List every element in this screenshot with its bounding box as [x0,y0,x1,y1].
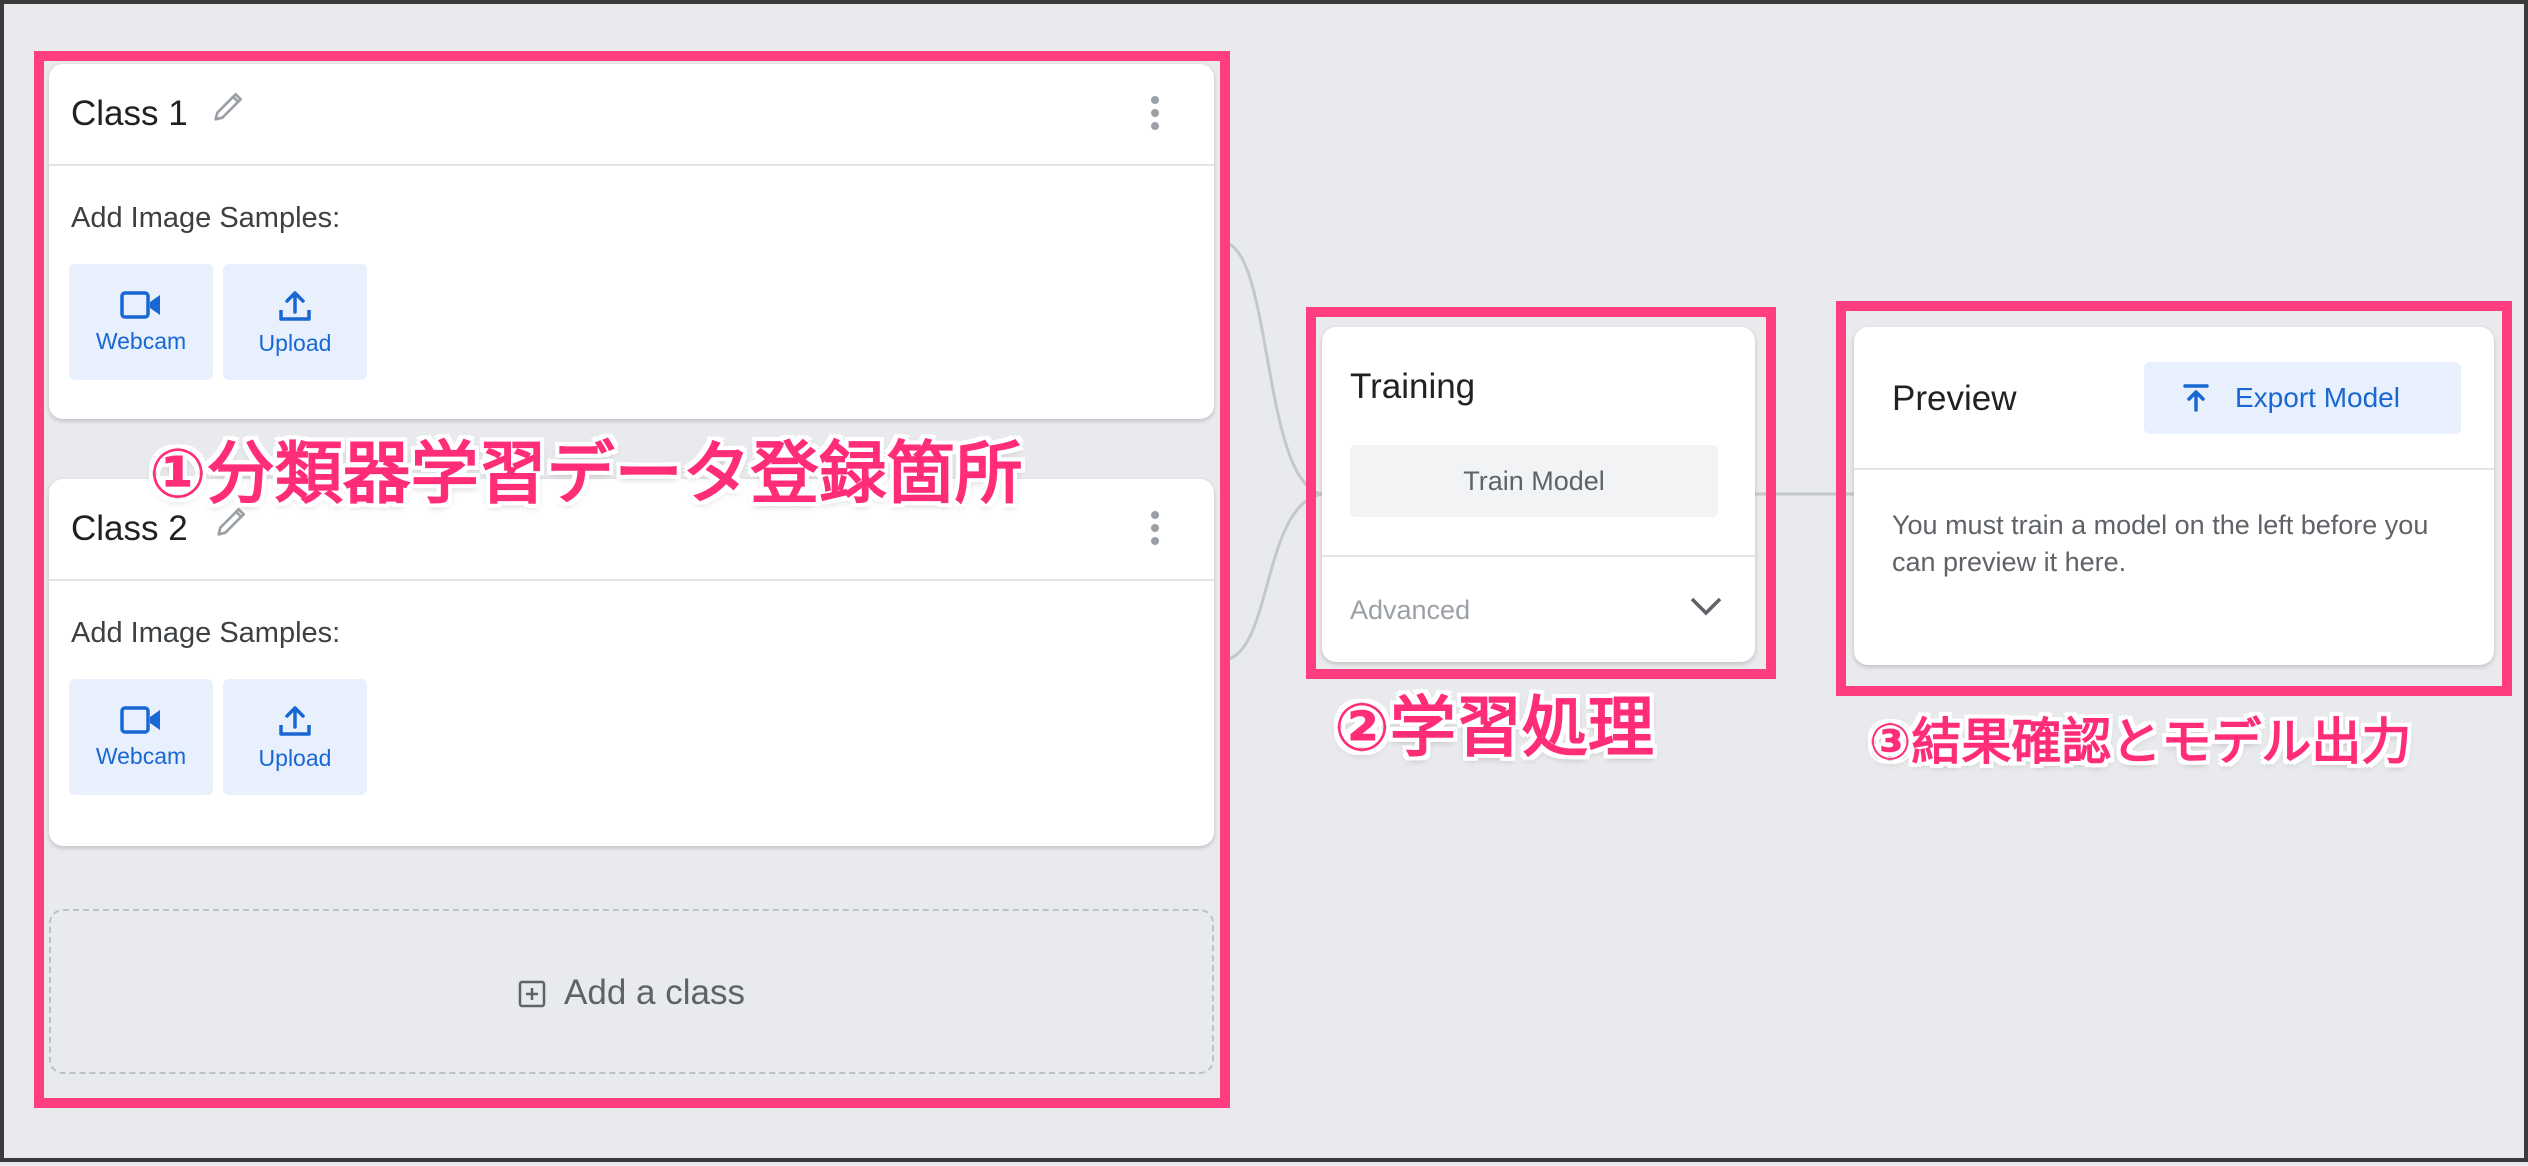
highlight-data-section [34,51,1230,1108]
annotation-result-section: ③結果確認とモデル出力 [1869,713,2412,771]
annotation-training-section: ②学習処理 [1334,689,1654,766]
highlight-training-section [1306,307,1776,679]
annotation-data-section: ①分類器学習データ登録箇所 [149,435,1023,514]
highlight-result-section [1836,301,2512,696]
